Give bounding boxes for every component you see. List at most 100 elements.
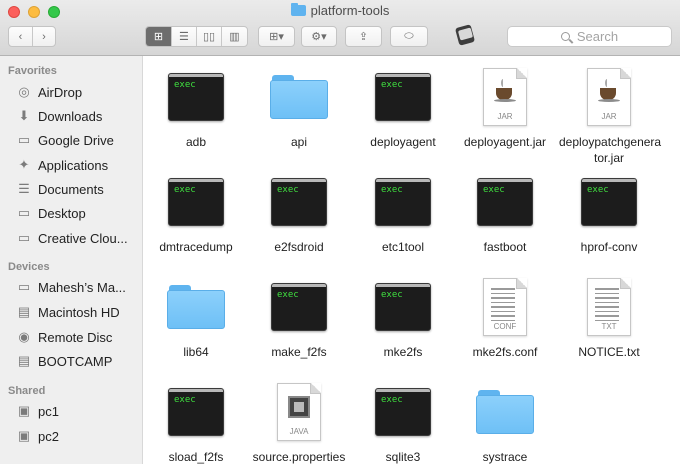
sidebar-item-mahesh-s-ma[interactable]: ▭ Mahesh’s Ma... (16, 277, 142, 297)
forward-button[interactable]: › (31, 27, 55, 46)
file-name: lib64 (183, 345, 209, 359)
file-item[interactable]: exec mke2fs (353, 274, 453, 360)
java-file-icon: JAVA (277, 383, 321, 441)
file-name: mke2fs.conf (472, 345, 538, 359)
file-name: make_f2fs (271, 345, 327, 359)
arrange-button[interactable]: ⊞▾ (258, 26, 295, 47)
sidebar-section-title: Shared (8, 385, 46, 397)
sidebar-item-label: AirDrop (38, 84, 83, 100)
folder-icon (270, 75, 328, 119)
desktop-icon: ▭ (17, 205, 31, 220)
sidebar-item-label: pc1 (38, 403, 59, 419)
sidebar-item-label: Documents (38, 181, 104, 197)
sidebar-item-label: Remote Disc (38, 329, 113, 345)
executable-icon: exec (375, 178, 431, 226)
back-button[interactable]: ‹ (9, 27, 32, 46)
text-document-icon: CONF (483, 278, 527, 336)
column-view-icon: ▯▯ (202, 31, 216, 43)
file-name: dmtracedump (159, 240, 233, 254)
file-type-tag: CONF (493, 322, 517, 331)
exec-tag: exec (174, 185, 196, 195)
list-view-button[interactable]: ☰ (170, 27, 196, 46)
file-item[interactable]: JAR deploypatchgenera tor.jar (559, 64, 661, 166)
sidebar-item-creative-clou[interactable]: ▭ Creative Clou... (16, 228, 142, 248)
exec-tag: exec (381, 290, 403, 300)
executable-icon: exec (168, 388, 224, 436)
file-item[interactable]: exec dmtracedump (146, 169, 246, 255)
tag-button[interactable]: ⬭ (390, 26, 428, 47)
file-name: source.properties (252, 450, 346, 464)
file-icon-area: exec (353, 169, 453, 235)
file-item[interactable]: TXT NOTICE.txt (559, 274, 659, 360)
file-item[interactable]: exec make_f2fs (249, 274, 349, 360)
file-item[interactable]: exec e2fsdroid (249, 169, 349, 255)
file-item[interactable]: JAVA source.properties (249, 379, 349, 464)
file-name: e2fsdroid (274, 240, 324, 254)
sidebar-item-desktop[interactable]: ▭ Desktop (16, 203, 142, 223)
text-document-icon: TXT (587, 278, 631, 336)
finder-window: platform-tools ‹ › ⊞ ☰ ▯▯ ▥ ⊞▾ ⚙▾ ⇪ ⬭ Se… (0, 0, 680, 464)
file-item[interactable]: systrace (455, 379, 555, 464)
exec-tag: exec (277, 185, 299, 195)
sidebar-item-remote-disc[interactable]: ◉ Remote Disc (16, 327, 142, 347)
search-placeholder: Search (576, 29, 619, 44)
file-type-tag: JAVA (289, 427, 309, 436)
executable-icon: exec (375, 73, 431, 121)
file-icon-area: CONF (455, 274, 555, 340)
file-item[interactable]: CONF mke2fs.conf (455, 274, 555, 360)
icon-view-button[interactable]: ⊞ (146, 27, 171, 46)
sidebar-item-applications[interactable]: ✦ Applications (16, 155, 142, 175)
sidebar-item-macintosh-hd[interactable]: ▤ Macintosh HD (16, 302, 142, 322)
exec-tag: exec (483, 185, 505, 195)
executable-icon: exec (375, 283, 431, 331)
file-item[interactable]: exec hprof-conv (559, 169, 659, 255)
sidebar-item-bootcamp[interactable]: ▤ BOOTCAMP (16, 351, 142, 371)
exec-tag: exec (174, 395, 196, 405)
file-item[interactable]: lib64 (146, 274, 246, 360)
file-icon-area: exec (559, 169, 659, 235)
file-item[interactable]: exec adb (146, 64, 246, 150)
title-bar: platform-tools ‹ › ⊞ ☰ ▯▯ ▥ ⊞▾ ⚙▾ ⇪ ⬭ Se… (0, 0, 680, 56)
arrange-grid-icon: ⊞▾ (269, 31, 284, 43)
file-icon-area: exec (146, 64, 246, 130)
sidebar-item-google-drive[interactable]: ▭ Google Drive (16, 130, 142, 150)
executable-icon: exec (271, 283, 327, 331)
file-item[interactable]: exec deployagent (353, 64, 453, 150)
file-item[interactable]: JAR deployagent.jar (455, 64, 555, 150)
folder-icon (290, 3, 306, 16)
sidebar-item-pc1[interactable]: ▣ pc1 (16, 401, 142, 421)
sidebar-item-pc2[interactable]: ▣ pc2 (16, 426, 142, 446)
folder-icon (476, 390, 534, 434)
app-icon[interactable] (454, 24, 476, 48)
sidebar-item-label: Macintosh HD (38, 304, 120, 320)
view-mode-group: ⊞ ☰ ▯▯ ▥ (145, 26, 248, 47)
harddisk-icon: ▤ (17, 304, 31, 319)
sidebar-item-label: BOOTCAMP (38, 353, 113, 369)
cover-flow-button[interactable]: ▥ (221, 27, 247, 46)
file-name: adb (185, 135, 207, 149)
sidebar-item-airdrop[interactable]: ◎ AirDrop (16, 82, 142, 102)
exec-tag: exec (587, 185, 609, 195)
file-name: deployagent.jar (463, 135, 547, 149)
icon-view-icon: ⊞ (153, 31, 164, 43)
file-item[interactable]: api (249, 64, 349, 150)
sidebar-item-documents[interactable]: ☰ Documents (16, 179, 142, 199)
file-item[interactable]: exec fastboot (455, 169, 555, 255)
share-button[interactable]: ⇪ (345, 26, 382, 47)
action-button[interactable]: ⚙▾ (301, 26, 337, 47)
file-name: mke2fs (383, 345, 423, 359)
folder-icon (167, 285, 225, 329)
file-item[interactable]: exec etc1tool (353, 169, 453, 255)
file-item[interactable]: exec sload_f2fs (146, 379, 246, 464)
disc-icon: ◉ (18, 329, 30, 344)
sidebar-item-downloads[interactable]: ⬇ Downloads (16, 106, 142, 126)
file-type-tag: JAR (497, 112, 513, 121)
column-view-button[interactable]: ▯▯ (196, 27, 221, 46)
file-name: hprof-conv (580, 240, 638, 254)
exec-tag: exec (174, 80, 196, 90)
file-item[interactable]: exec sqlite3 (353, 379, 453, 464)
applications-icon: ✦ (18, 157, 30, 172)
harddisk-icon: ▤ (17, 353, 31, 368)
search-input[interactable]: Search (507, 26, 672, 47)
file-icon-area (146, 274, 246, 340)
